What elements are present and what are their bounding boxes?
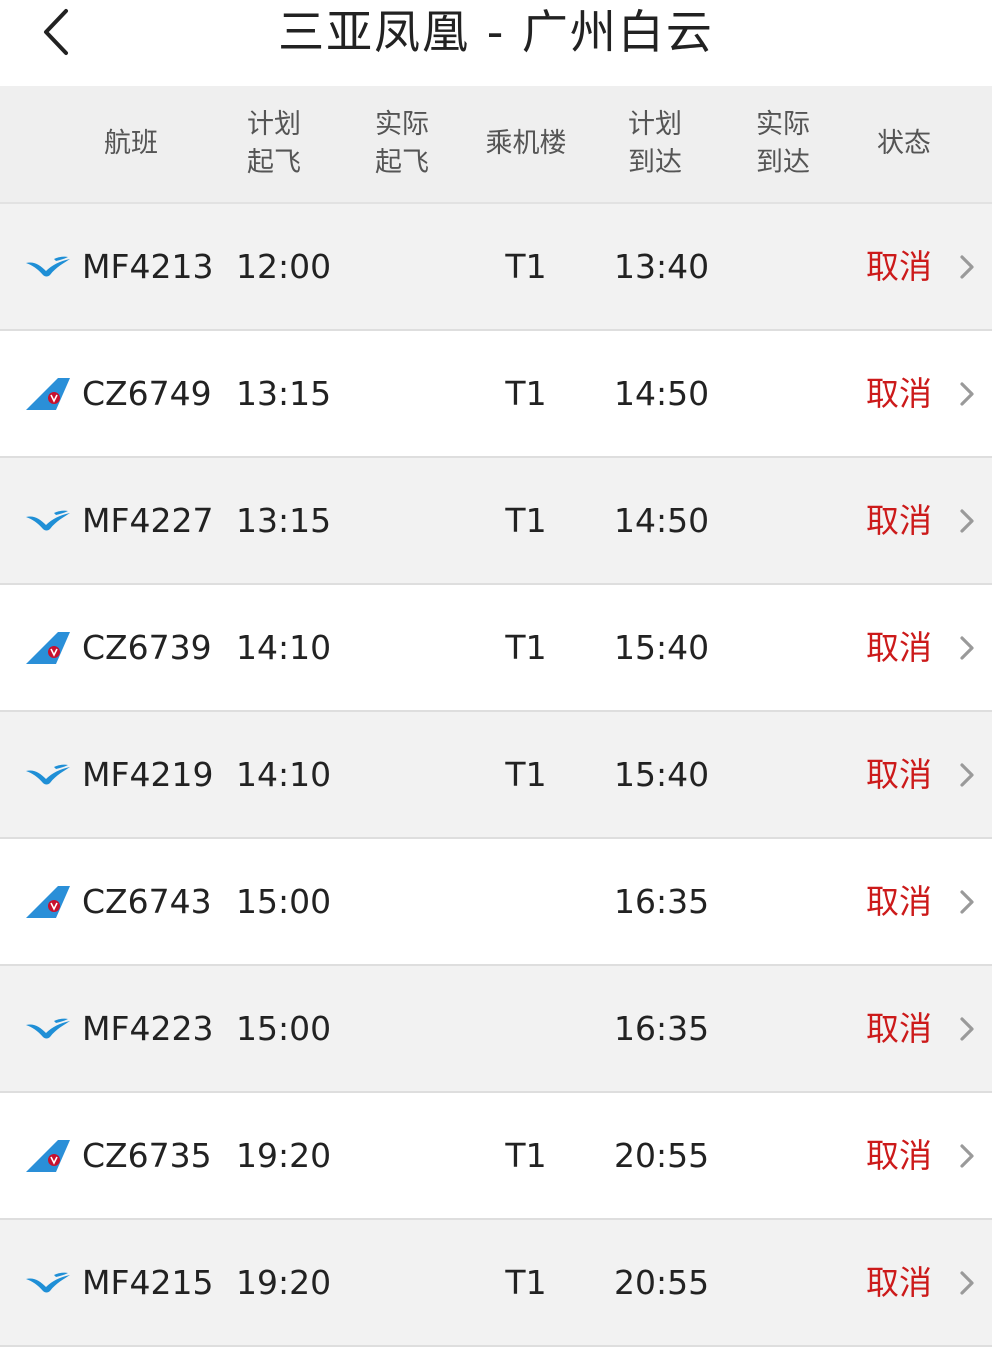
flight-number: MF4223	[82, 1009, 214, 1048]
column-actual-arrival: 实际 到达	[756, 109, 810, 178]
scheduled-arrival: 14:50	[614, 374, 710, 413]
flight-row[interactable]: MF4227 13:15 T1 14:50 取消	[0, 458, 992, 585]
scheduled-departure: 13:15	[236, 374, 332, 413]
scheduled-departure: 19:20	[236, 1263, 332, 1302]
chevron-right-icon	[956, 253, 978, 281]
column-flight: 航班	[104, 128, 158, 159]
scheduled-arrival: 15:40	[614, 628, 710, 667]
terminal: T1	[505, 1136, 547, 1175]
xiamen-airlines-logo-icon	[24, 1265, 72, 1301]
xiamen-airlines-logo-icon	[24, 249, 72, 285]
status-badge: 取消	[866, 1009, 932, 1048]
china-southern-logo-icon	[24, 630, 72, 666]
flight-row[interactable]: MF4215 19:20 T1 20:55 取消	[0, 1220, 992, 1347]
scheduled-arrival: 15:40	[614, 755, 710, 794]
flight-number: MF4213	[82, 247, 214, 286]
china-southern-logo-icon	[24, 376, 72, 412]
flight-row[interactable]: MF4213 12:00 T1 13:40 取消	[0, 204, 992, 331]
flight-number: CZ6739	[82, 628, 212, 667]
status-badge: 取消	[866, 1136, 932, 1175]
flight-row[interactable]: CZ6743 15:00 16:35 取消	[0, 839, 992, 966]
column-terminal: 乘机楼	[485, 128, 567, 159]
status-badge: 取消	[866, 882, 932, 921]
status-badge: 取消	[866, 1263, 932, 1302]
flight-number: CZ6735	[82, 1136, 212, 1175]
xiamen-airlines-logo-icon	[24, 503, 72, 539]
terminal: T1	[505, 1263, 547, 1302]
chevron-right-icon	[956, 380, 978, 408]
scheduled-arrival: 14:50	[614, 501, 710, 540]
scheduled-departure: 13:15	[236, 501, 332, 540]
xiamen-airlines-logo-icon	[24, 757, 72, 793]
flight-row[interactable]: MF4223 15:00 16:35 取消	[0, 966, 992, 1093]
chevron-right-icon	[956, 888, 978, 916]
flight-row[interactable]: CZ6735 19:20 T1 20:55 取消	[0, 1093, 992, 1220]
flight-row[interactable]: CZ6749 13:15 T1 14:50 取消	[0, 331, 992, 458]
status-badge: 取消	[866, 247, 932, 286]
flight-number: MF4215	[82, 1263, 214, 1302]
flight-row[interactable]: MF4219 14:10 T1 15:40 取消	[0, 712, 992, 839]
scheduled-arrival: 20:55	[614, 1263, 710, 1302]
column-header-row: 航班 计划 起飞 实际 起飞 乘机楼 计划 到达 实际 到达 状态	[0, 86, 992, 204]
xiamen-airlines-logo-icon	[24, 1011, 72, 1047]
column-scheduled-departure: 计划 起飞	[247, 109, 301, 178]
scheduled-arrival: 16:35	[614, 1009, 710, 1048]
status-badge: 取消	[866, 501, 932, 540]
chevron-right-icon	[956, 1015, 978, 1043]
flight-number: MF4219	[82, 755, 214, 794]
scheduled-departure: 14:10	[236, 628, 332, 667]
scheduled-arrival: 13:40	[614, 247, 710, 286]
scheduled-arrival: 16:35	[614, 882, 710, 921]
scheduled-departure: 15:00	[236, 882, 332, 921]
scheduled-departure: 12:00	[236, 247, 332, 286]
flight-number: CZ6749	[82, 374, 212, 413]
chevron-right-icon	[956, 507, 978, 535]
route-title: 三亚凤凰 - 广州白云	[278, 5, 714, 59]
status-badge: 取消	[866, 374, 932, 413]
column-actual-departure: 实际 起飞	[375, 109, 429, 178]
scheduled-departure: 14:10	[236, 755, 332, 794]
chevron-right-icon	[956, 1142, 978, 1170]
terminal	[488, 839, 564, 964]
terminal: T1	[505, 628, 547, 667]
column-status: 状态	[877, 128, 931, 159]
scheduled-arrival: 20:55	[614, 1136, 710, 1175]
column-scheduled-arrival: 计划 到达	[628, 109, 682, 178]
status-badge: 取消	[866, 628, 932, 667]
chevron-right-icon	[956, 634, 978, 662]
scheduled-departure: 15:00	[236, 1009, 332, 1048]
terminal: T1	[505, 501, 547, 540]
top-bar: 三亚凤凰 - 广州白云	[0, 0, 992, 86]
china-southern-logo-icon	[24, 884, 72, 920]
flight-row[interactable]: CZ6739 14:10 T1 15:40 取消	[0, 585, 992, 712]
chevron-right-icon	[956, 1269, 978, 1297]
terminal: T1	[505, 247, 547, 286]
flight-number: MF4227	[82, 501, 214, 540]
scheduled-departure: 19:20	[236, 1136, 332, 1175]
flight-number: CZ6743	[82, 882, 212, 921]
china-southern-logo-icon	[24, 1138, 72, 1174]
terminal: T1	[505, 374, 547, 413]
chevron-right-icon	[956, 761, 978, 789]
terminal: T1	[505, 755, 547, 794]
status-badge: 取消	[866, 755, 932, 794]
terminal	[488, 966, 564, 1091]
